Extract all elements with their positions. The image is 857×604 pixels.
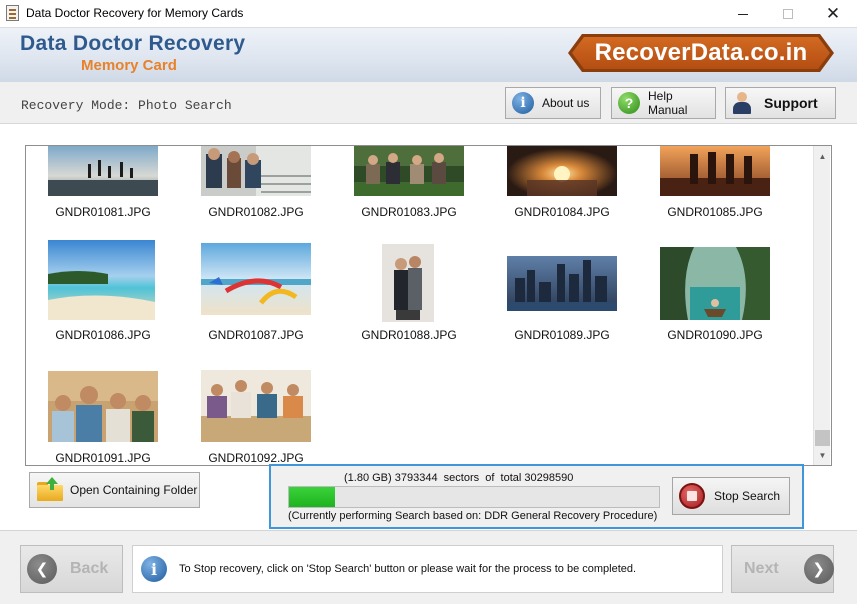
photo-thumbnail[interactable] (201, 146, 311, 196)
procedure-status-text: (Currently performing Search based on: D… (288, 510, 658, 522)
next-arrow-icon: ❯ (803, 554, 834, 584)
photo-filename[interactable]: GNDR01089.JPG (492, 328, 632, 342)
support-person-icon (732, 92, 752, 114)
photo-filename[interactable]: GNDR01083.JPG (339, 205, 479, 219)
scroll-down-arrow-icon[interactable]: ▼ (814, 447, 831, 463)
search-progress-fill (289, 487, 336, 507)
status-message: To Stop recovery, click on 'Stop Search'… (179, 563, 637, 575)
app-icon (6, 5, 19, 21)
photo-filename[interactable]: GNDR01092.JPG (186, 451, 326, 465)
logo: RecoverData.co.in (572, 37, 830, 69)
photo-thumbnail[interactable] (507, 146, 617, 196)
support-label: Support (764, 95, 818, 111)
brand-subtitle: Memory Card (81, 57, 177, 74)
recovered-files-panel[interactable]: GNDR01081.JPG GNDR01082.JPG GNDR01083.JPG G… (25, 145, 832, 466)
photo-thumbnail[interactable] (382, 244, 434, 322)
logo-text: RecoverData.co.in (594, 39, 808, 66)
photo-thumbnail[interactable] (48, 146, 158, 196)
photo-filename[interactable]: GNDR01090.JPG (645, 328, 785, 342)
open-containing-folder-button[interactable]: Open Containing Folder (29, 472, 200, 508)
header-banner: Data Doctor Recovery Memory Card Recover… (0, 28, 857, 82)
back-arrow-icon: ❮ (27, 554, 57, 584)
info-icon: i (141, 556, 167, 582)
scroll-up-arrow-icon[interactable]: ▲ (814, 148, 831, 164)
photo-thumbnail[interactable] (354, 146, 464, 196)
next-button[interactable]: Next ❯ (731, 545, 834, 593)
photo-thumbnail[interactable] (48, 240, 155, 320)
photo-thumbnail[interactable] (201, 370, 311, 442)
search-progress-bar (288, 486, 660, 508)
stop-search-button[interactable]: Stop Search (672, 477, 790, 515)
next-label: Next (744, 560, 779, 577)
photo-thumbnail[interactable] (48, 371, 158, 442)
window-title: Data Doctor Recovery for Memory Cards (26, 6, 244, 20)
back-button[interactable]: ❮ Back (20, 545, 123, 593)
photo-filename[interactable]: GNDR01085.JPG (645, 205, 785, 219)
title-bar: Data Doctor Recovery for Memory Cards ✕ (0, 0, 857, 28)
stop-icon (679, 483, 705, 509)
footer-bar: ❮ Back i To Stop recovery, click on 'Sto… (0, 530, 857, 604)
photo-filename[interactable]: GNDR01082.JPG (186, 205, 326, 219)
help-manual-label: Help Manual (648, 89, 688, 117)
back-label: Back (70, 560, 109, 577)
stop-search-label: Stop Search (714, 489, 781, 503)
photo-filename[interactable]: GNDR01084.JPG (492, 205, 632, 219)
gallery-scrollbar[interactable]: ▲ ▼ (813, 146, 830, 465)
toolbar: Recovery Mode: Photo Search i About us ?… (0, 82, 857, 124)
help-icon: ? (618, 92, 640, 114)
close-icon[interactable]: ✕ (810, 0, 856, 28)
progress-panel: (1.80 GB) 3793344 sectors of total 30298… (269, 464, 804, 529)
help-manual-button[interactable]: ? Help Manual (611, 87, 716, 119)
photo-filename[interactable]: GNDR01081.JPG (33, 205, 173, 219)
info-icon: i (512, 92, 534, 114)
recovery-mode-label: Recovery Mode: Photo Search (21, 98, 232, 113)
open-folder-label: Open Containing Folder (70, 483, 198, 497)
status-message-box: i To Stop recovery, click on 'Stop Searc… (132, 545, 723, 593)
photo-filename[interactable]: GNDR01091.JPG (33, 451, 173, 465)
support-button[interactable]: Support (725, 87, 836, 119)
folder-icon (37, 477, 63, 501)
photo-thumbnail[interactable] (660, 247, 770, 320)
about-us-label: About us (542, 96, 590, 110)
scrollbar-thumb[interactable] (815, 430, 830, 446)
photo-thumbnail[interactable] (507, 256, 617, 311)
sectors-progress-text: (1.80 GB) 3793344 sectors of total 30298… (344, 472, 574, 484)
about-us-button[interactable]: i About us (505, 87, 601, 119)
photo-filename[interactable]: GNDR01088.JPG (339, 328, 479, 342)
photo-filename[interactable]: GNDR01087.JPG (186, 328, 326, 342)
photo-thumbnail[interactable] (660, 146, 770, 196)
maximize-icon[interactable] (765, 0, 811, 28)
photo-filename[interactable]: GNDR01086.JPG (33, 328, 173, 342)
minimize-icon[interactable] (720, 0, 766, 28)
brand-title: Data Doctor Recovery (20, 32, 246, 55)
photo-thumbnail[interactable] (201, 243, 311, 315)
